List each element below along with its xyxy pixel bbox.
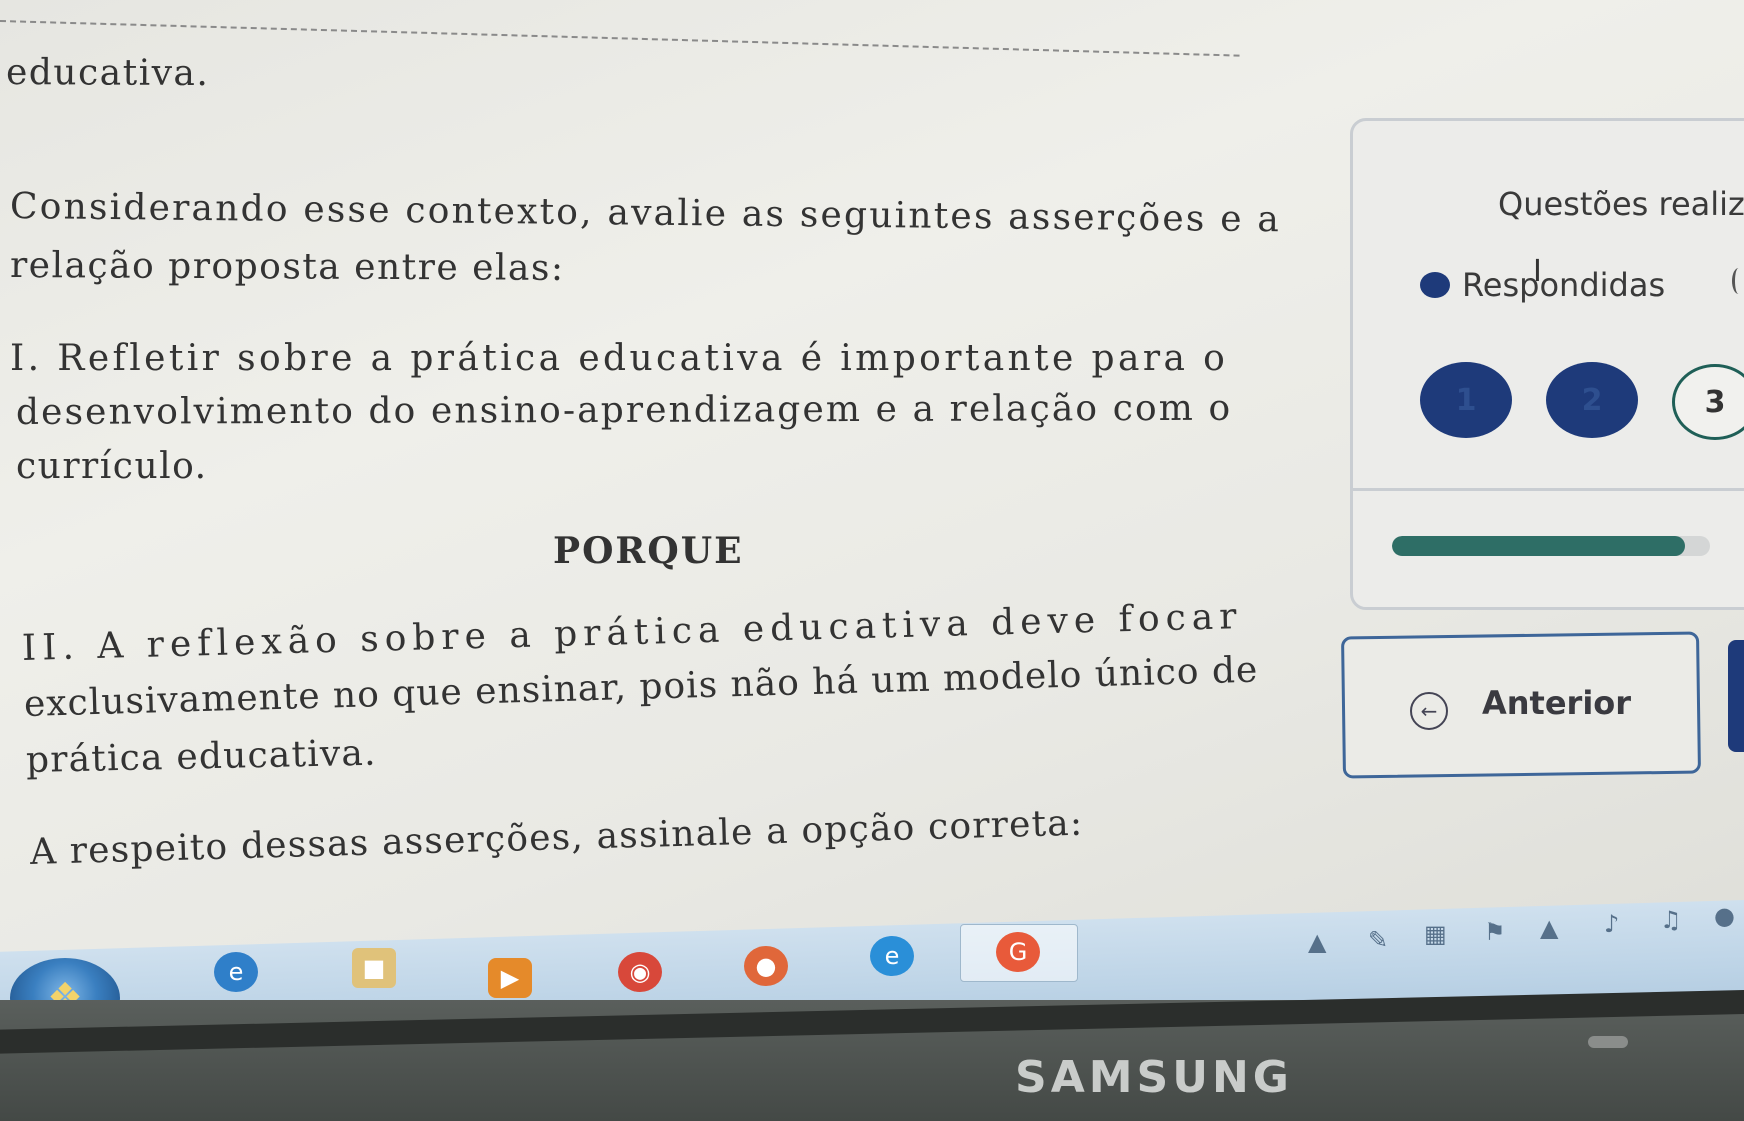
assertion-1-line-2: desenvolvimento do ensino-aprendizagem e… [15,387,1233,433]
legend-indicator-edge [1732,268,1744,294]
notification-icon[interactable]: ● [1714,902,1735,930]
question-number-2[interactable]: 2 [1546,362,1638,438]
media-player-icon[interactable]: ▶ [488,958,532,998]
pen-icon[interactable]: ✎ [1368,926,1388,954]
chrome-icon[interactable]: ◉ [618,952,662,992]
previous-button-label[interactable]: Anterior [1482,684,1631,722]
browser-page: educativa. Considerando esse contexto, a… [0,0,1744,1000]
progress-bar [1392,536,1710,556]
network-icon[interactable]: ▲ [1308,928,1326,956]
panel-divider [1352,488,1744,491]
answered-legend-dot [1420,272,1450,298]
answered-legend-label: Respondidas [1462,266,1666,304]
panel-title: Questões realiz [1498,185,1744,223]
assertion-1-line-1: I. Refletir sobre a prática educativa é … [10,338,1229,379]
google-icon[interactable]: G [996,932,1040,972]
connector-porque: PORQUE [553,530,744,572]
context-prompt-line-1: Considerando esse contexto, avalie as se… [9,186,1282,241]
monitor-brand-logo: SAMSUNG [1015,1052,1293,1103]
instruction-text: A respeito dessas asserções, assinale a … [29,802,1084,873]
previous-paragraph-tail: educativa. [5,52,210,95]
monitor-power-indicator [1588,1036,1628,1048]
firefox-icon[interactable]: ● [744,946,788,986]
question-body: educativa. Considerando esse contexto, a… [0,0,1281,900]
progress-fill [1392,536,1685,556]
arrow-left-circle-icon[interactable]: ← [1410,692,1448,730]
wifi-icon[interactable]: ▲ [1540,914,1558,942]
next-button[interactable] [1728,640,1744,752]
app-icon[interactable]: ▦ [1424,920,1447,948]
edge-icon[interactable]: e [870,936,914,976]
text-cursor-icon: I [1533,254,1542,289]
file-explorer-icon[interactable]: ■ [352,948,396,988]
assertion-1-line-3: currículo. [16,446,208,487]
speaker-icon[interactable]: ♫ [1660,906,1682,934]
flag-icon[interactable]: ⚑ [1484,918,1506,946]
context-prompt-line-2: relação proposta entre elas: [9,245,565,289]
question-number-1[interactable]: 1 [1420,362,1512,438]
internet-explorer-icon[interactable]: e [214,952,258,992]
assertion-2-line-3: prática educativa. [25,732,378,781]
volume-icon[interactable]: ♪ [1604,910,1619,938]
